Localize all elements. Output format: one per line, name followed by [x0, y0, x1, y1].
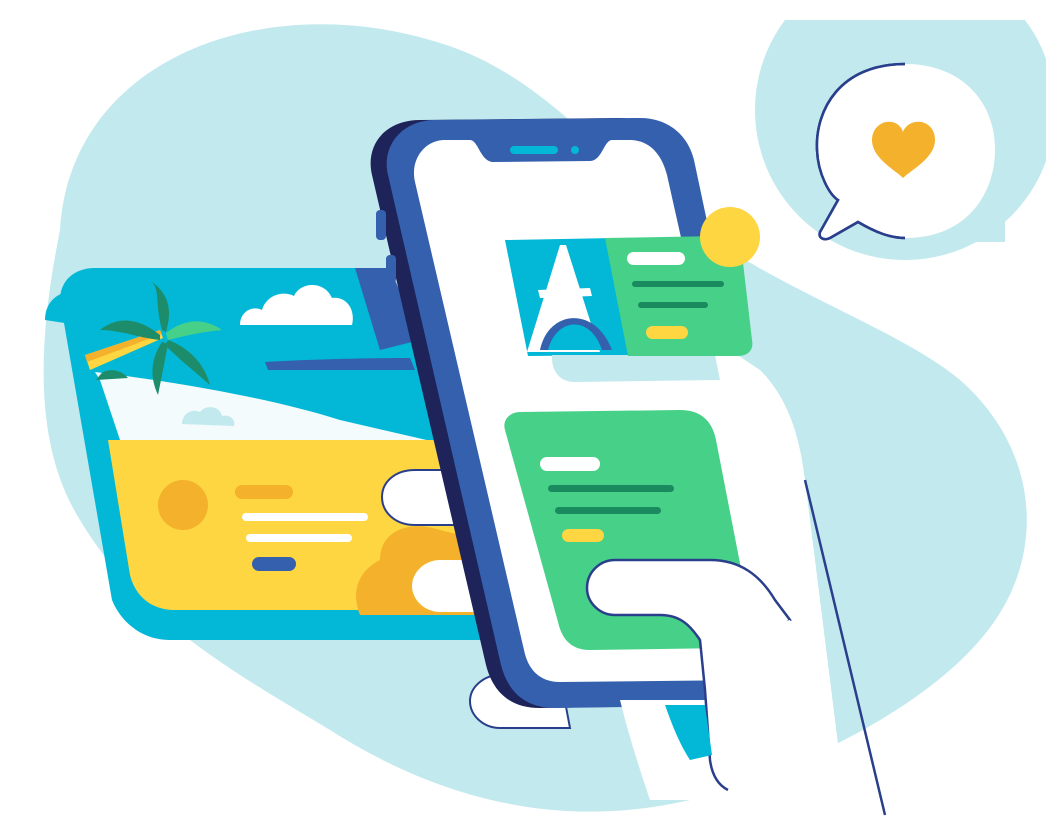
green-card-button: [562, 529, 604, 542]
phone-side-button-1: [376, 210, 386, 240]
destination-card-button: [646, 326, 688, 339]
notification-dot: [700, 207, 760, 267]
phone-speaker: [510, 146, 558, 154]
illustration-canvas: [43, 0, 1046, 816]
phone-side-button-2: [386, 255, 396, 283]
destination-card-line-1: [632, 281, 724, 287]
travel-app-illustration: [0, 0, 1046, 821]
destination-card-line-2: [638, 302, 708, 308]
beach-card-line-1: [242, 513, 368, 521]
beach-card-button: [252, 557, 296, 571]
green-card-line-2: [555, 507, 661, 514]
green-card-title: [540, 457, 600, 471]
destination-card-title: [627, 252, 685, 265]
beach-card-tag: [235, 485, 293, 499]
bubble-background-cover: [750, 0, 1046, 20]
beach-card-line-2: [246, 534, 352, 542]
sun-icon: [158, 480, 208, 530]
phone-camera: [571, 146, 579, 154]
green-card-line-1: [548, 485, 674, 492]
